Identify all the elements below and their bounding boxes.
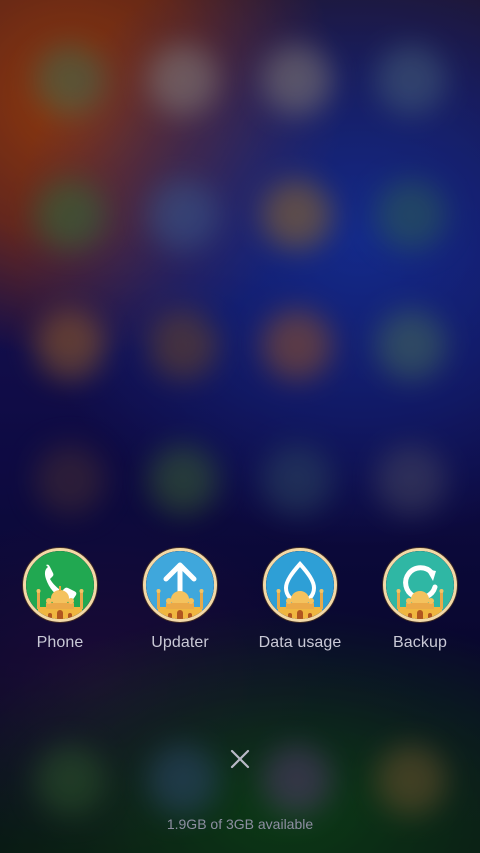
- recent-app-updater[interactable]: Updater: [125, 548, 235, 652]
- phone-icon[interactable]: [23, 548, 97, 622]
- recents-screen: Phone Updater Data usage Backup 1.9GB of…: [0, 0, 480, 853]
- data-usage-drop-icon[interactable]: [263, 548, 337, 622]
- recent-app-phone[interactable]: Phone: [5, 548, 115, 652]
- app-label-phone: Phone: [36, 634, 84, 651]
- backup-refresh-icon[interactable]: [383, 548, 457, 622]
- close-icon[interactable]: [225, 744, 255, 774]
- app-label-data-usage: Data usage: [258, 634, 342, 651]
- dim-overlay: [0, 0, 480, 853]
- storage-available-text: 1.9GB of 3GB available: [166, 816, 314, 832]
- recent-app-backup[interactable]: Backup: [365, 548, 475, 652]
- app-label-backup: Backup: [393, 634, 447, 651]
- recent-app-data-usage[interactable]: Data usage: [245, 548, 355, 652]
- app-label-updater: Updater: [151, 634, 209, 651]
- updater-arrow-icon[interactable]: [143, 548, 217, 622]
